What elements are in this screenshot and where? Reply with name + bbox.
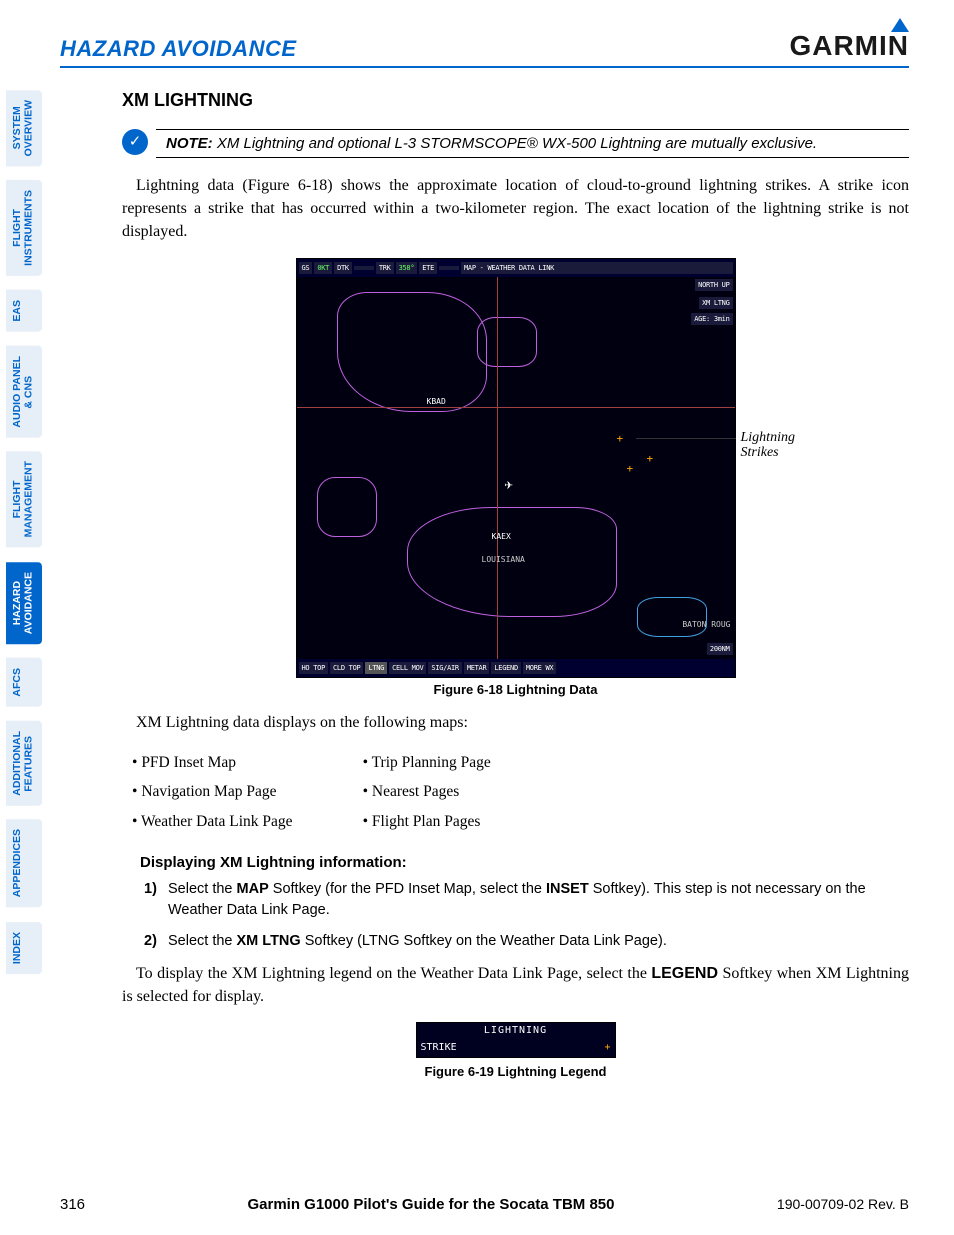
list-item: PFD Inset Map (132, 748, 293, 777)
note-label: NOTE: (166, 135, 213, 152)
sidebar-tab[interactable]: INDEX (6, 922, 42, 974)
content: XM LIGHTNING ✓ NOTE: XM Lightning and op… (122, 90, 909, 1079)
list-item: Trip Planning Page (363, 748, 491, 777)
page-number: 316 (60, 1196, 85, 1213)
footer-revision: 190-00709-02 Rev. B (777, 1196, 909, 1212)
lightning-strike-icon: + (617, 432, 624, 445)
lightning-strike-icon: + (647, 452, 654, 465)
sidebar-tab[interactable]: AFCS (6, 658, 42, 707)
step: 2)Select the XM LTNG Softkey (LTNG Softk… (144, 931, 909, 952)
note-row: ✓ NOTE: XM Lightning and optional L-3 ST… (122, 129, 909, 158)
figure-6-19-image: LIGHTNING STRIKE + (416, 1022, 616, 1058)
sidebar-tab[interactable]: APPENDICES (6, 819, 42, 907)
lightning-strike-icon: + (627, 462, 634, 475)
sidebar-tab[interactable]: AUDIO PANEL & CNS (6, 346, 42, 438)
softkey: MORE WX (523, 662, 556, 674)
garmin-logo: GARMIN (789, 30, 909, 62)
header: HAZARD AVOIDANCE GARMIN (60, 30, 909, 62)
step-body: Select the MAP Softkey (for the PFD Inse… (168, 879, 909, 921)
list-item: Nearest Pages (363, 777, 491, 806)
map-list-right: Trip Planning PageNearest PagesFlight Pl… (353, 748, 491, 836)
sidebar-tab[interactable]: SYSTEM OVERVIEW (6, 90, 42, 166)
sidebar-tab[interactable]: FLIGHT MANAGEMENT (6, 451, 42, 547)
map-body: NORTH UP XM LTNG AGE: 3min KBAD KAEX LOU… (297, 277, 735, 659)
map-list-left: PFD Inset MapNavigation Map PageWeather … (122, 748, 293, 836)
map-topbar: GS0KT DTK TRK358° ETE MAP - WEATHER DATA… (297, 259, 735, 277)
softkey: CLD TOP (330, 662, 363, 674)
softkey: LTNG (365, 662, 387, 674)
step: 1)Select the MAP Softkey (for the PFD In… (144, 879, 909, 921)
softkey: HO TOP (299, 662, 329, 674)
logo-triangle-icon (891, 18, 909, 32)
footer-guide-title: Garmin G1000 Pilot's Guide for the Socat… (247, 1196, 614, 1213)
legend-strike-icon: + (604, 1042, 610, 1053)
figure-6-19-caption: Figure 6-19 Lightning Legend (122, 1064, 909, 1079)
section-title: HAZARD AVOIDANCE (60, 36, 297, 62)
waypoint-kaex: KAEX (492, 532, 511, 541)
map-city-label: BATON ROUG (682, 620, 730, 629)
list-item: Flight Plan Pages (363, 807, 491, 836)
footer: 316 Garmin G1000 Pilot's Guide for the S… (60, 1196, 909, 1213)
softkey: SIG/AIR (428, 662, 461, 674)
softkey: METAR (464, 662, 490, 674)
header-rule (60, 66, 909, 68)
figure-6-18: GS0KT DTK TRK358° ETE MAP - WEATHER DATA… (196, 258, 836, 697)
paragraph-1: Lightning data (Figure 6-18) shows the a… (122, 174, 909, 244)
page: HAZARD AVOIDANCE GARMIN SYSTEM OVERVIEW F… (0, 0, 954, 1235)
list-item: Navigation Map Page (132, 777, 293, 806)
map-softkeys: HO TOPCLD TOPLTNGCELL MOVSIG/AIRMETARLEG… (297, 659, 735, 677)
step-body: Select the XM LTNG Softkey (LTNG Softkey… (168, 931, 667, 952)
steps-list: 1)Select the MAP Softkey (for the PFD In… (144, 879, 909, 952)
step-number: 1) (144, 879, 168, 921)
callout-lightning-strikes: Lightning Strikes (741, 430, 795, 461)
list-item: Weather Data Link Page (132, 807, 293, 836)
map-screenshot: GS0KT DTK TRK358° ETE MAP - WEATHER DATA… (296, 258, 736, 678)
sidebar: SYSTEM OVERVIEW FLIGHT INSTRUMENTS EAS AUDI… (6, 90, 42, 988)
steps-heading: Displaying XM Lightning information: (140, 854, 909, 871)
sidebar-tab[interactable]: FLIGHT INSTRUMENTS (6, 180, 42, 276)
waypoint-kbad: KBAD (427, 397, 446, 406)
figure-6-18-caption: Figure 6-18 Lightning Data (196, 682, 836, 697)
aircraft-icon: ✈ (505, 477, 513, 493)
sidebar-tab[interactable]: ADDITIONAL FEATURES (6, 721, 42, 806)
softkey: CELL MOV (389, 662, 426, 674)
map-list-columns: PFD Inset MapNavigation Map PageWeather … (122, 748, 909, 836)
legend-title: LIGHTNING (417, 1023, 615, 1036)
paragraph-3: To display the XM Lightning legend on th… (122, 962, 909, 1008)
callout-line (636, 438, 736, 439)
softkey: LEGEND (491, 662, 521, 674)
sidebar-tab[interactable]: HAZARD AVOIDANCE (6, 562, 42, 644)
step-number: 2) (144, 931, 168, 952)
legend-strike-label: STRIKE (421, 1042, 457, 1053)
paragraph-2: XM Lightning data displays on the follow… (122, 711, 909, 734)
sidebar-tab[interactable]: EAS (6, 290, 42, 332)
checkmark-icon: ✓ (122, 129, 148, 155)
note-box: NOTE: XM Lightning and optional L-3 STOR… (156, 129, 909, 158)
note-text: XM Lightning and optional L-3 STORMSCOPE… (217, 135, 817, 152)
map-state-label: LOUISIANA (482, 555, 525, 564)
subsection-heading: XM LIGHTNING (122, 90, 909, 111)
